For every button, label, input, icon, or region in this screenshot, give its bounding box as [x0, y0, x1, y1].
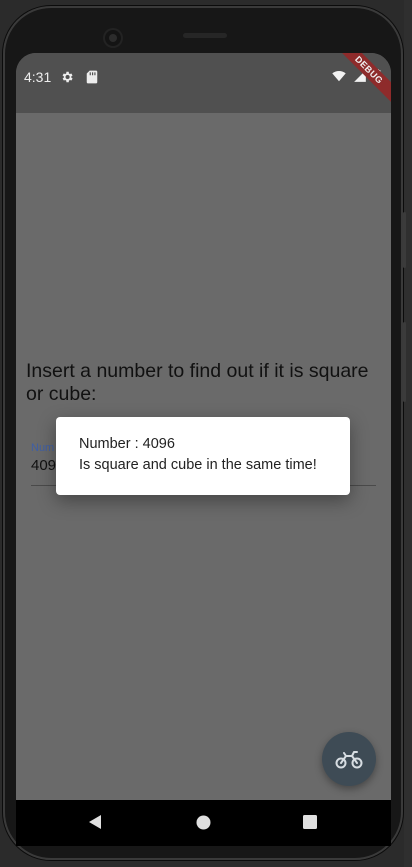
- instruction-text: Insert a number to find out if it is squ…: [26, 360, 369, 405]
- status-time: 4:31: [24, 69, 52, 85]
- dialog-result-text: Is square and cube in the same time!: [79, 457, 317, 473]
- side-rail: [404, 0, 412, 867]
- gear-icon: [62, 71, 73, 83]
- status-icons-left: [60, 70, 98, 84]
- motorcycle-icon: [335, 751, 363, 769]
- dialog-number-text: Number : 4096: [79, 436, 175, 452]
- scrim-overlay[interactable]: Insert a number to find out if it is squ…: [16, 113, 391, 800]
- number-field-label: Num: [31, 442, 55, 454]
- home-icon[interactable]: [196, 815, 211, 830]
- back-icon[interactable]: [88, 814, 102, 830]
- result-dialog: Number : 4096 Is square and cube in the …: [56, 417, 350, 495]
- earpiece-speaker: [183, 33, 227, 38]
- wifi-icon: [332, 71, 346, 82]
- recents-icon[interactable]: [303, 815, 317, 829]
- device-frame: 4:31 DEBUG Insert a number to find out i…: [0, 0, 412, 867]
- front-camera: [105, 30, 121, 46]
- power-button: [403, 212, 406, 268]
- screen: 4:31 DEBUG Insert a number to find out i…: [16, 53, 391, 800]
- status-bar: 4:31 DEBUG: [16, 53, 391, 113]
- floating-action-button[interactable]: [322, 732, 376, 786]
- volume-button: [403, 322, 406, 402]
- number-input[interactable]: 409: [31, 457, 56, 474]
- navigation-bar: [16, 800, 391, 846]
- sd-card-icon: [87, 70, 98, 84]
